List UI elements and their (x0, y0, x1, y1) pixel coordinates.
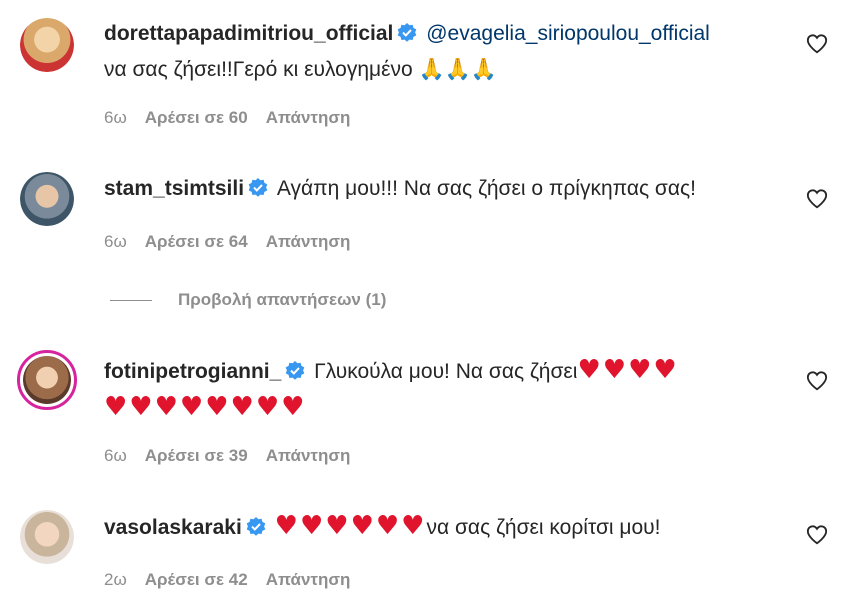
reply-button[interactable]: Απάντηση (266, 108, 351, 127)
comment-body: stam_tsimtsili Αγάπη μου!!! Να σας ζήσει… (104, 173, 794, 208)
verified-badge-icon (246, 515, 266, 547)
timestamp[interactable]: 6ω (104, 108, 127, 127)
timestamp[interactable]: 2ω (104, 570, 127, 589)
heart-outline-icon[interactable] (806, 33, 828, 55)
reply-button[interactable]: Απάντηση (266, 232, 351, 251)
mention-link[interactable]: @evagelia_siriopoulou_official (426, 22, 710, 45)
username[interactable]: vasolaskaraki (104, 516, 242, 539)
heart-emoji: ♥♥♥♥ (577, 355, 679, 385)
comment-text: να σας ζήσει κορίτσι μου! (426, 516, 661, 539)
likes-count[interactable]: Αρέσει σε 39 (145, 446, 248, 465)
avatar[interactable] (17, 350, 77, 410)
comment-text: Γλυκούλα μου! Να σας ζήσει (314, 360, 578, 383)
comment-body: fotinipetrogianni_ Γλυκούλα μου! Να σας … (104, 354, 794, 425)
timestamp[interactable]: 6ω (104, 232, 127, 251)
username[interactable]: fotinipetrogianni_ (104, 360, 281, 383)
comment-meta: 6ω Αρέσει σε 39 Απάντηση (104, 446, 368, 466)
username[interactable]: stam_tsimtsili (104, 177, 244, 200)
timestamp[interactable]: 6ω (104, 446, 127, 465)
comment-body: dorettapapadimitriou_official @evagelia_… (104, 18, 794, 86)
reply-button[interactable]: Απάντηση (266, 570, 351, 589)
avatar[interactable] (20, 18, 74, 72)
likes-count[interactable]: Αρέσει σε 64 (145, 232, 248, 251)
comment-meta: 2ω Αρέσει σε 42 Απάντηση (104, 570, 368, 590)
heart-outline-icon[interactable] (806, 188, 828, 210)
likes-count[interactable]: Αρέσει σε 60 (145, 108, 248, 127)
reply-button[interactable]: Απάντηση (266, 446, 351, 465)
heart-emoji: ♥♥♥♥♥♥♥♥ (104, 392, 307, 422)
avatar[interactable] (20, 510, 74, 564)
avatar[interactable] (20, 172, 74, 226)
verified-badge-icon (248, 176, 268, 208)
verified-badge-icon (285, 359, 305, 391)
comment-meta: 6ω Αρέσει σε 60 Απάντηση (104, 108, 368, 128)
divider-line (110, 300, 152, 302)
view-replies-button[interactable]: Προβολή απαντήσεων (1) (110, 290, 386, 310)
view-replies-label: Προβολή απαντήσεων (1) (178, 290, 387, 309)
comment-meta: 6ω Αρέσει σε 64 Απάντηση (104, 232, 368, 252)
comment-body: vasolaskaraki ♥♥♥♥♥♥να σας ζήσει κορίτσι… (104, 510, 794, 547)
heart-outline-icon[interactable] (806, 524, 828, 546)
likes-count[interactable]: Αρέσει σε 42 (145, 570, 248, 589)
verified-badge-icon (397, 21, 417, 53)
username[interactable]: dorettapapadimitriou_official (104, 22, 393, 45)
comment-text: Αγάπη μου!!! Να σας ζήσει ο πρίγκηπας σα… (276, 177, 696, 200)
heart-emoji: ♥♥♥♥♥♥ (274, 511, 427, 541)
pray-emoji: 🙏🙏🙏 (418, 57, 497, 81)
comment-text: να σας ζήσει!!Γερό κι ευλογημένο (104, 58, 413, 81)
heart-outline-icon[interactable] (806, 370, 828, 392)
